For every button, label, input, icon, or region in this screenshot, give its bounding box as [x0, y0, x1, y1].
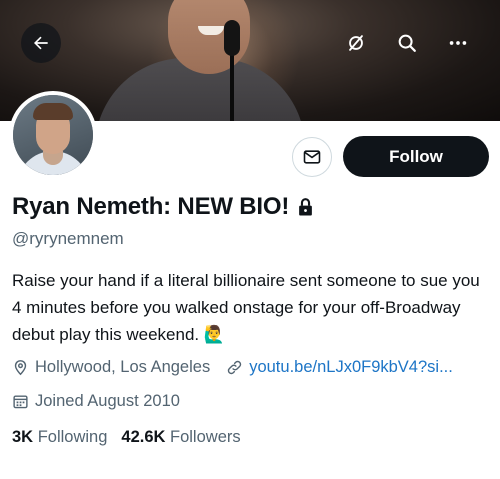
profile-bio: Raise your hand if a literal billionaire… — [12, 267, 492, 348]
lock-icon — [299, 198, 313, 216]
profile-handle: @ryrynemnem — [12, 229, 124, 248]
calendar-icon — [13, 395, 28, 409]
arrow-left-icon — [34, 36, 48, 50]
website[interactable]: youtu.be/nLJx0F9kbV4?si... — [226, 358, 453, 377]
joined: Joined August 2010 — [12, 392, 180, 411]
location: Hollywood, Los Angeles — [12, 358, 210, 377]
back-button[interactable] — [21, 23, 61, 63]
mute-button[interactable] — [341, 28, 371, 58]
envelope-icon — [303, 150, 321, 164]
following-count: 3K — [12, 428, 34, 446]
search-button[interactable] — [392, 28, 422, 58]
followers-count: 42.6K — [121, 428, 166, 446]
more-icon — [449, 41, 467, 45]
search-icon — [398, 34, 416, 52]
location-pin-icon — [14, 360, 27, 376]
avatar-hair — [33, 103, 73, 120]
profile-meta-row: Hollywood, Los Angeles youtu.be/nLJx0F9k… — [12, 358, 453, 377]
eye-slash-icon — [349, 35, 363, 51]
bio-text: Raise your hand if a literal billionaire… — [12, 271, 480, 344]
follow-stats: 3K Following 42.6K Followers — [12, 428, 241, 447]
banner-microphone — [224, 20, 240, 56]
followers-stat[interactable]: 42.6K Followers — [121, 428, 240, 447]
following-stat[interactable]: 3K Following — [12, 428, 107, 447]
raising-hand-emoji: 🙋‍♂️ — [203, 325, 226, 344]
more-button[interactable] — [443, 28, 473, 58]
joined-text: Joined August 2010 — [35, 392, 180, 410]
joined-row: Joined August 2010 — [12, 392, 180, 411]
message-button[interactable] — [292, 137, 332, 177]
follow-button[interactable]: Follow — [343, 136, 489, 177]
following-label: Following — [37, 428, 108, 446]
avatar[interactable] — [9, 91, 97, 179]
followers-label: Followers — [170, 428, 241, 446]
profile-name-row: Ryan Nemeth: NEW BIO! — [12, 193, 314, 221]
website-link[interactable]: youtu.be/nLJx0F9kbV4?si... — [249, 358, 453, 377]
link-icon — [228, 360, 242, 375]
location-text: Hollywood, Los Angeles — [35, 358, 211, 376]
display-name: Ryan Nemeth: NEW BIO! — [12, 193, 290, 220]
banner-mic-stand — [230, 50, 234, 121]
